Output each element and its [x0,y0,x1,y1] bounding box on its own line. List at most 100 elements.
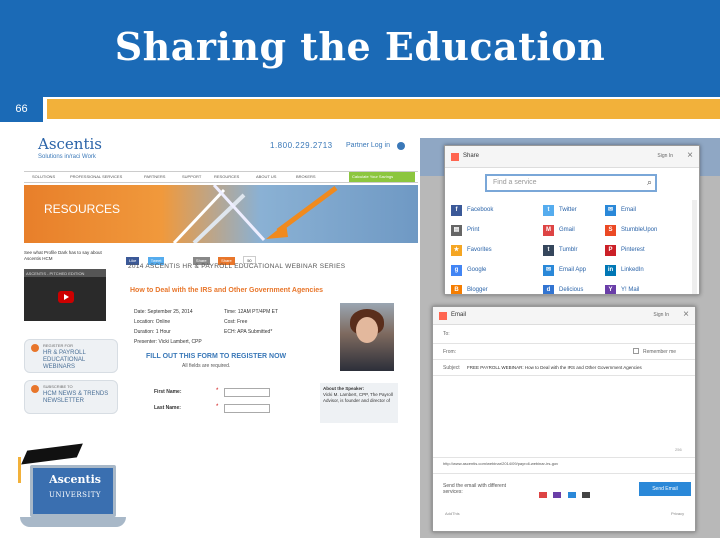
tassel [18,457,21,483]
webinar-series-title: 2014 ASCENTIS HR & PAYROLL EDUCATIONAL W… [128,263,346,270]
promo-title: HR & PAYROLL EDUCATIONAL WEBINARS [43,350,86,370]
addthis-icon [451,153,459,161]
addthis-icon [439,312,447,320]
event-title: How to Deal with the IRS and Other Gover… [130,287,324,294]
first-name-label: First Name: [154,389,182,395]
last-name-field[interactable] [224,404,270,413]
twitter-icon: t [543,205,554,216]
search-placeholder: Find a service [493,179,537,186]
calculate-savings-button[interactable]: Calculate Your Savings [349,172,415,182]
laptop-base [20,517,126,527]
delicious-icon: d [543,285,554,294]
close-icon[interactable]: × [683,309,689,320]
tumblr-icon: t [543,245,554,256]
service-label: Blogger [467,287,488,293]
required-star: * [216,404,219,410]
presenter-value: Vicki Lambert, CPP [158,339,202,345]
event-details-2: Time: 12AM PT/4PM ET Cost: Free ECH: APA… [224,307,278,337]
email-header: Email Sign In × [433,307,695,325]
nav-support[interactable]: SUPPORT [182,174,201,179]
divider [433,457,695,458]
email-title: Email [451,312,467,318]
shared-url: http://www.ascentis.com/webinar/2014/09/… [443,461,559,466]
video-title: ASCENTIS - PITCHED EDITION [24,269,106,277]
date-value: September 25, 2014 [147,309,193,315]
newsletter-promo[interactable]: SUBSCRIBE TO HCM NEWS & TRENDS NEWSLETTE… [24,380,118,414]
webinar-promo[interactable]: REGISTER FOR HR & PAYROLL EDUCATIONAL WE… [24,339,118,373]
divider [433,473,695,474]
search-icon[interactable]: ⌕ [647,177,652,188]
ascentis-logo[interactable]: Ascentis [38,135,102,153]
website-screenshot: Ascentis Solutions in/raci Work 1.800.22… [24,127,418,427]
nav-brokers[interactable]: BROKERS [296,174,316,179]
nav-professional-services[interactable]: PROFESSIONAL SERVICES [70,174,122,179]
service-label: Favorites [467,247,492,253]
email-app-icon: ✉ [543,265,554,276]
remember-checkbox[interactable] [633,348,639,354]
service-label: Email App [559,267,587,273]
sign-in-link[interactable]: Sign In [657,153,673,159]
to-label: To: [443,331,450,337]
stumbleupon-icon: S [605,225,616,236]
resources-banner: RESOURCES [24,185,418,243]
first-name-field[interactable] [224,388,270,397]
facebook-icon: f [451,205,462,216]
required-star: * [216,388,219,394]
service-label: Twitter [559,207,577,213]
photo-face [356,317,378,343]
divider [433,375,695,376]
aol-icon[interactable] [582,492,591,498]
event-details: Date: September 25, 2014 Location: Onlin… [134,307,202,347]
divider [433,343,695,344]
slide: Sharing the Education 66 Ascentis Soluti… [0,0,720,540]
accent-bar [47,99,720,119]
nav-solutions[interactable]: SOLUTIONS [32,174,55,179]
service-label: Tumblr [559,247,578,253]
arrow-circle-icon[interactable] [397,142,405,150]
service-label: StumbleUpon [621,227,658,233]
send-via-text: Send the email with different services: [443,483,507,495]
partner-login-link[interactable]: Partner Log in [346,142,390,149]
cost-value: Free [237,319,248,325]
gmail-icon[interactable] [539,492,547,498]
nav-about-us[interactable]: ABOUT US [256,174,276,179]
addthis-link[interactable]: AddThis [445,511,460,516]
video-thumbnail[interactable]: ASCENTIS - PITCHED EDITION [24,269,106,321]
service-label: Gmail [559,227,575,233]
slide-title: Sharing the Education [114,24,606,69]
date-label: Date: [134,309,146,315]
google-icon: g [451,265,462,276]
scrollbar[interactable] [692,200,697,294]
blogger-icon: B [451,285,462,294]
send-email-button[interactable]: Send Email [639,482,691,496]
promo-subtitle: REGISTER FOR [43,343,74,348]
pinterest-icon: P [605,245,616,256]
logo-tagline: Solutions in/raci Work [38,154,96,160]
yahoo-mail-icon[interactable] [553,492,562,498]
print-icon: ▤ [451,225,462,236]
header-bar: Sharing the Education [0,0,720,97]
play-icon[interactable] [58,291,74,303]
outlook-icon[interactable] [567,492,576,498]
page-number: 66 [0,97,43,122]
cost-label: Cost: [224,319,236,325]
subject-field[interactable]: FREE PAYROLL WEBINAR: How to Deal with t… [467,365,642,370]
video-caption[interactable]: See what Profile Dark has to say about A… [24,250,114,262]
sign-in-link[interactable]: Sign In [653,312,669,318]
ech-label: ECH: [224,329,236,335]
privacy-link[interactable]: Privacy [671,511,684,516]
ech-value: APA Submitted* [237,329,273,335]
close-icon[interactable]: × [687,150,693,161]
nav-partners[interactable]: PARTNERS [144,174,165,179]
gmail-icon: M [543,225,554,236]
presenter-photo [340,303,394,371]
last-name-label: Last Name: [154,405,181,411]
nav-resources[interactable]: RESOURCES [214,174,239,179]
graduation-cap-icon [21,443,83,465]
duration-label: Duration: [134,329,155,335]
required-note: All fields are required. [182,363,231,369]
service-search-input[interactable]: Find a service ⌕ [485,174,657,192]
duration-value: 1 Hour [155,329,171,335]
arrow-icon [266,185,338,239]
university-name: Ascentis [49,473,101,486]
